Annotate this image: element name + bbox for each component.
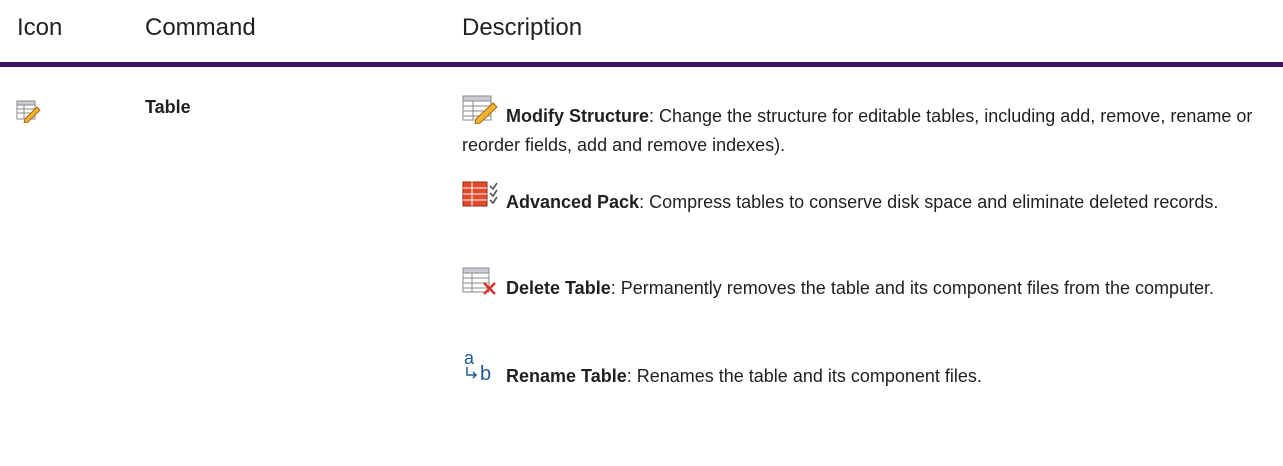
item-title: Modify Structure (506, 106, 650, 126)
header-divider (0, 62, 1283, 67)
rename-table-item: a b Rename Table: Renames the table and … (462, 350, 1272, 391)
item-text: : Permanently removes the table and its … (610, 278, 1215, 298)
header-icon: Icon (17, 14, 63, 41)
header-description: Description (462, 14, 583, 41)
svg-text:a: a (464, 350, 475, 368)
item-text: : Renames the table and its component fi… (626, 366, 982, 386)
item-title: Advanced Pack (506, 192, 640, 212)
command-table: Table (145, 97, 191, 117)
rename-table-icon: a b (462, 350, 502, 384)
table-edit-icon (16, 99, 42, 128)
item-title: Rename Table (506, 366, 627, 386)
table-edit-icon (462, 94, 502, 124)
item-title: Delete Table (506, 278, 611, 298)
advanced-pack-icon (462, 180, 502, 210)
delete-table-item: Delete Table: Permanently removes the ta… (462, 266, 1272, 303)
svg-text:b: b (480, 363, 491, 384)
item-text: : Compress tables to conserve disk space… (639, 192, 1219, 212)
header-command: Command (145, 14, 256, 41)
advanced-pack-item: Advanced Pack: Compress tables to conser… (462, 180, 1272, 217)
modify-structure-item: Modify Structure: Change the structure f… (462, 94, 1272, 160)
delete-table-icon (462, 266, 502, 296)
